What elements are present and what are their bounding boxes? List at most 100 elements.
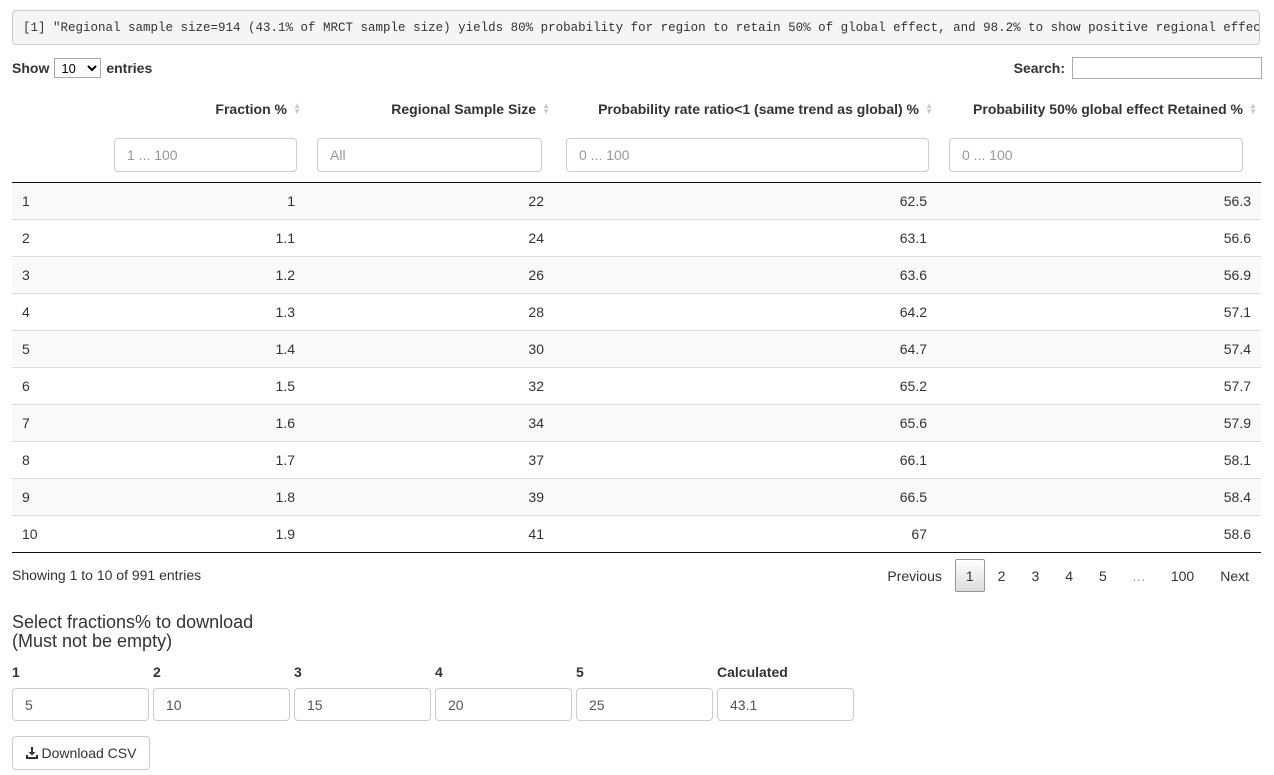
row-index-cell: 7 [12,404,58,442]
fraction-field-1: 1 [12,664,149,721]
pagination-ellipsis: … [1131,567,1146,584]
row-index-cell: 5 [12,330,58,368]
row-index-cell: 8 [12,441,58,479]
previous-button[interactable]: Previous [874,559,954,592]
table-cell: 56.9 [937,256,1261,294]
col-header-prob-rate-ratio[interactable]: Probability rate ratio<1 (same trend as … [554,90,937,127]
entries-label: entries [106,60,153,76]
table-cell: 1.4 [58,330,305,368]
table-cell: 1.2 [58,256,305,294]
table-cell: 66.5 [554,478,937,516]
download-title-line2: (Must not be empty) [12,631,173,651]
fraction-field-5: 5 [576,664,713,721]
filter-row [12,127,1261,183]
page-button-1[interactable]: 1 [954,559,985,592]
table-row: 6 1.5 32 65.2 57.7 [12,367,1261,405]
filter-cell [58,127,305,183]
table-cell: 39 [305,478,554,516]
filter-cell [305,127,554,183]
table-row: 4 1.3 28 64.2 57.1 [12,293,1261,331]
download-csv-label: Download CSV [41,745,137,761]
row-index-cell: 2 [12,219,58,257]
fraction-input-2[interactable] [153,688,290,721]
pagination: Previous 1 2 3 4 5 … 100 Next [874,559,1262,592]
table-row: 2 1.1 24 63.1 56.6 [12,219,1261,257]
col-header-fraction[interactable]: Fraction % ▲ ▼ [58,90,305,127]
table-cell: 56.3 [937,182,1261,220]
row-index-cell: 10 [12,515,58,553]
table-cell: 1.9 [58,515,305,553]
row-index-cell: 9 [12,478,58,516]
table-cell: 24 [305,219,554,257]
table-cell: 22 [305,182,554,220]
table-cell: 41 [305,515,554,553]
table-cell: 30 [305,330,554,368]
table-cell: 57.9 [937,404,1261,442]
table-row: 8 1.7 37 66.1 58.1 [12,441,1261,479]
data-table: Fraction % ▲ ▼ Regional Sample Size ▲ ▼ Prob… [12,90,1261,553]
table-cell: 1.7 [58,441,305,479]
fraction-input-1[interactable] [12,688,149,721]
table-cell: 37 [305,441,554,479]
calculated-field-label: Calculated [717,664,788,680]
filter-retained-input[interactable] [949,137,1243,172]
row-index-cell: 3 [12,256,58,294]
table-cell: 1.6 [58,404,305,442]
search-label: Search: [1013,60,1065,76]
fraction-field-label: 1 [12,664,20,680]
col-header-prob-50-retained[interactable]: Probability 50% global effect Retained %… [937,90,1261,127]
filter-cell-index [12,127,58,183]
sort-icon[interactable]: ▲ ▼ [542,101,550,115]
col-header-regional-sample-size[interactable]: Regional Sample Size ▲ ▼ [305,90,554,127]
table-body: 1 1 22 62.5 56.3 2 1.1 24 63.1 56.6 3 1.2 26 63.6 56.9… [12,182,1261,553]
calculated-input[interactable] [717,688,854,721]
next-button[interactable]: Next [1207,559,1262,592]
row-index-cell: 1 [12,182,58,220]
show-label: Show [12,60,50,76]
table-cell: 66.1 [554,441,937,479]
fraction-input-4[interactable] [435,688,572,721]
table-row: 10 1.9 41 67 58.6 [12,515,1261,553]
fraction-field-label: 2 [153,664,161,680]
table-cell: 28 [305,293,554,331]
page-button-4[interactable]: 4 [1052,559,1086,592]
table-cell: 32 [305,367,554,405]
table-cell: 63.1 [554,219,937,257]
table-cell: 1.8 [58,478,305,516]
filter-sample-size-input[interactable] [317,137,542,172]
page-button-2[interactable]: 2 [985,559,1019,592]
page-button-5[interactable]: 5 [1086,559,1120,592]
table-cell: 1.1 [58,219,305,257]
table-row: 3 1.2 26 63.6 56.9 [12,256,1261,294]
table-cell: 65.2 [554,367,937,405]
filter-rate-ratio-input[interactable] [566,137,929,172]
table-row: 1 1 22 62.5 56.3 [12,182,1261,220]
fraction-input-5[interactable] [576,688,713,721]
download-csv-button[interactable]: Download CSV [12,736,150,770]
entries-select[interactable]: 10 [54,58,102,78]
page-button-last[interactable]: 100 [1158,559,1207,592]
table-cell: 57.7 [937,367,1261,405]
fraction-field-4: 4 [435,664,572,721]
calculated-field: Calculated [717,664,854,721]
row-index-cell: 6 [12,367,58,405]
table-cell: 62.5 [554,182,937,220]
fraction-field-label: 4 [435,664,443,680]
sort-icon[interactable]: ▲ ▼ [1249,101,1257,115]
fraction-field-2: 2 [153,664,290,721]
table-row: 5 1.4 30 64.7 57.4 [12,330,1261,368]
search-input[interactable] [1072,57,1262,79]
table-cell: 57.4 [937,330,1261,368]
table-cell: 58.4 [937,478,1261,516]
fraction-input-3[interactable] [294,688,431,721]
table-search: Search: [1014,57,1262,79]
sort-icon[interactable]: ▲ ▼ [293,101,301,115]
page-button-3[interactable]: 3 [1018,559,1052,592]
fraction-field-label: 3 [294,664,302,680]
sort-icon[interactable]: ▲ ▼ [925,101,933,115]
table-cell: 1 [58,182,305,220]
verbatim-output: [1] "Regional sample size=914 (43.1% of … [12,10,1260,45]
table-cell: 58.1 [937,441,1261,479]
table-cell: 26 [305,256,554,294]
filter-fraction-input[interactable] [114,137,297,172]
